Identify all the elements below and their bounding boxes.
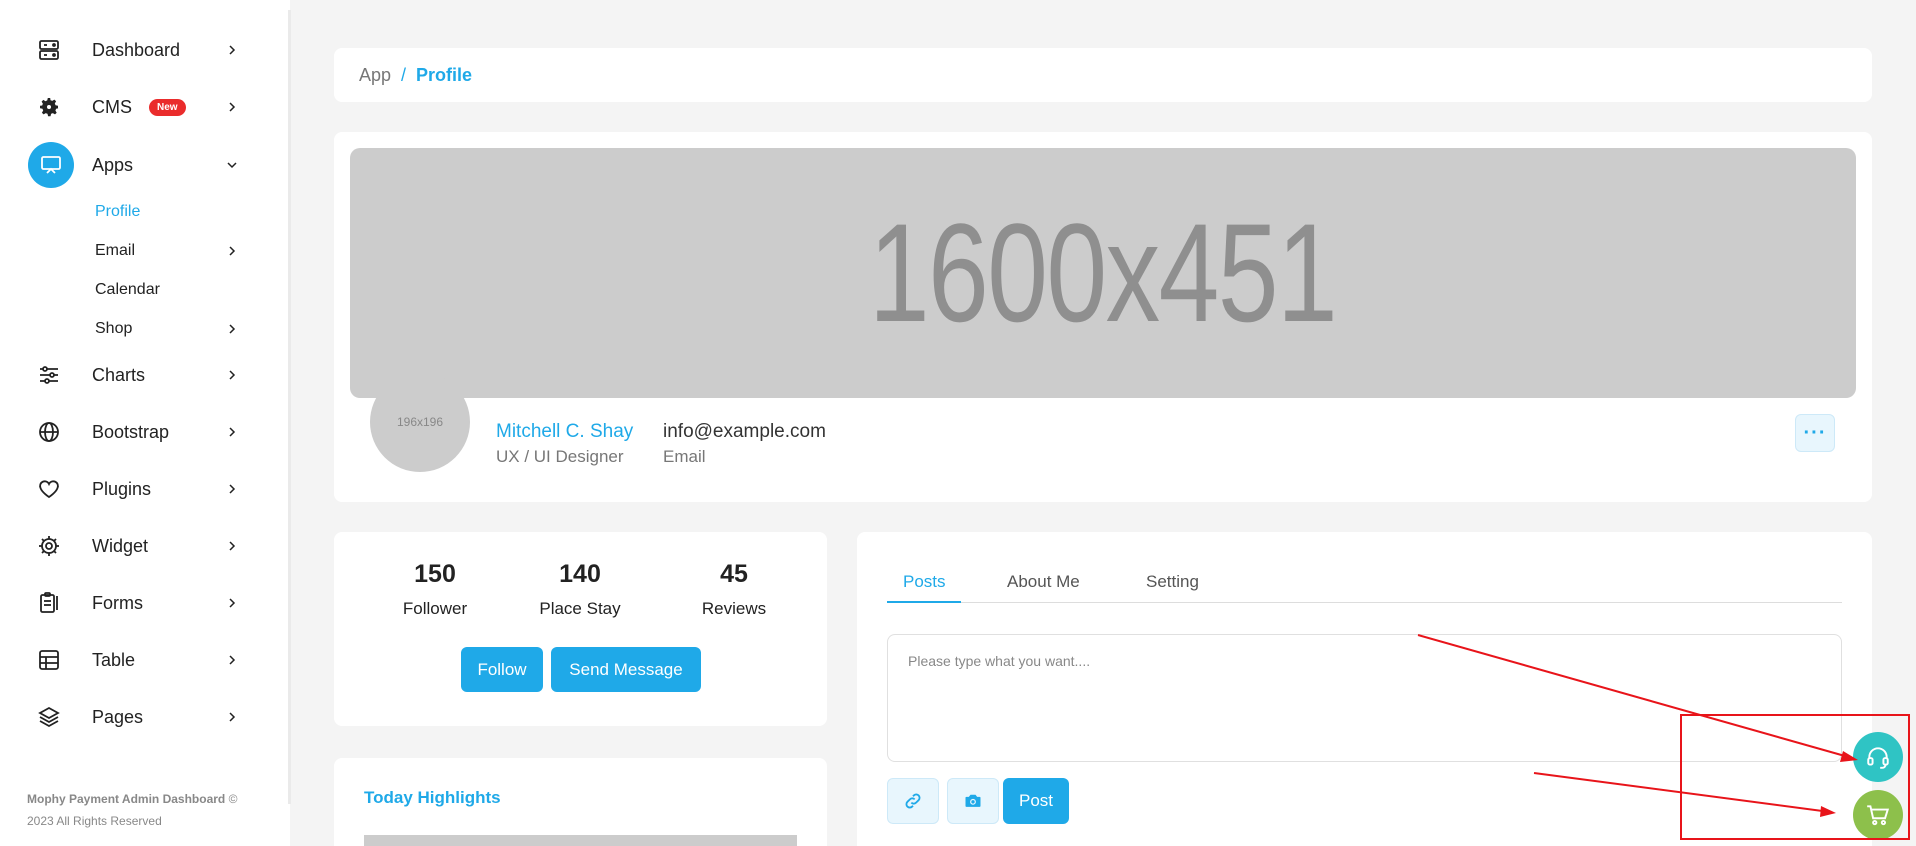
sidebar-item-bootstrap[interactable]: Bootstrap — [0, 407, 290, 457]
stat-value: 45 — [720, 560, 748, 588]
breadcrumb-separator: / — [401, 64, 407, 85]
sidebar-item-label: Bootstrap — [92, 421, 170, 442]
footer-copyright: © — [228, 792, 238, 806]
stat-value: 150 — [414, 560, 456, 588]
profile-card: 1600x451 196x196 Mitchell C. Shay UX / U… — [334, 132, 1872, 502]
highlights-card: Today Highlights — [334, 758, 827, 846]
sidebar-footer: Mophy Payment Admin Dashboard © 2023 All… — [27, 788, 237, 832]
sidebar-item-label: Pages — [92, 706, 144, 727]
breadcrumb-root[interactable]: App — [359, 65, 391, 86]
clipboard-icon — [36, 590, 62, 616]
profile-email: info@example.com — [663, 421, 826, 442]
headset-icon — [1867, 747, 1889, 769]
stat-follower: 150 Follower — [365, 560, 505, 619]
sidebar-item-pages[interactable]: Pages — [0, 692, 290, 742]
avatar: 196x196 — [370, 372, 470, 472]
tab-setting[interactable]: Setting — [1146, 572, 1199, 592]
cart-button[interactable] — [1853, 790, 1903, 840]
chevron-right-icon — [229, 541, 236, 551]
profile-email-label: Email — [663, 447, 706, 466]
sidebar-item-label: Forms — [92, 592, 143, 613]
sidebar-item-charts[interactable]: Charts — [0, 350, 290, 400]
breadcrumb: App / Profile — [334, 48, 1872, 102]
stat-reviews: 45 Reviews — [664, 560, 804, 619]
sidebar-item-label: Dashboard — [92, 39, 181, 60]
sidebar-subitem-shop[interactable]: Shop — [95, 320, 132, 338]
globe-icon — [36, 419, 62, 445]
dashboard-icon — [36, 37, 62, 63]
avatar-placeholder-text: 196x196 — [396, 415, 444, 429]
attach-link-button[interactable] — [887, 778, 939, 824]
sidebar-item-label: Apps — [92, 154, 134, 175]
posts-card: Posts About Me Setting Post — [857, 532, 1872, 846]
footer-title: Mophy Payment Admin Dashboard — [27, 792, 226, 806]
sidebar-subitem-calendar[interactable]: Calendar — [95, 281, 160, 299]
sidebar-item-label: CMS — [92, 96, 132, 117]
sidebar-item-forms[interactable]: Forms — [0, 578, 290, 628]
chevron-right-icon — [229, 324, 236, 334]
chevron-right-icon — [229, 484, 236, 494]
post-textarea[interactable] — [887, 634, 1842, 762]
gear-icon — [36, 94, 62, 120]
stat-place-stay: 140 Place Stay — [510, 560, 650, 619]
sidebar-item-dashboard[interactable]: Dashboard — [0, 25, 290, 75]
new-badge: New — [149, 98, 186, 116]
send-message-button[interactable]: Send Message — [551, 647, 701, 692]
tabs-divider — [887, 602, 1842, 603]
layers-icon — [36, 704, 62, 730]
follow-button[interactable]: Follow — [461, 647, 543, 692]
chevron-right-icon — [229, 598, 236, 608]
tab-about-me[interactable]: About Me — [1007, 572, 1080, 592]
profile-role: UX / UI Designer — [496, 447, 624, 466]
chevron-right-icon — [229, 427, 236, 437]
stats-card: 150 Follower 140 Place Stay 45 Reviews F… — [334, 532, 827, 726]
cog-icon — [36, 533, 62, 559]
stat-value: 140 — [559, 560, 601, 588]
cover-placeholder-text: 1600x451 — [869, 194, 1338, 351]
monitor-icon — [28, 142, 74, 188]
heart-icon — [36, 476, 62, 502]
sidebar: Dashboard CMS New Apps Profile Email Cal… — [0, 0, 290, 846]
breadcrumb-current: Profile — [416, 64, 473, 85]
sidebar-item-label: Charts — [92, 364, 146, 385]
chevron-right-icon — [229, 370, 236, 380]
footer-rights: 2023 All Rights Reserved — [27, 814, 162, 828]
stat-label: Place Stay — [539, 599, 621, 618]
table-icon — [36, 647, 62, 673]
chevron-down-icon — [227, 162, 237, 169]
active-tab-indicator — [887, 601, 961, 603]
sidebar-item-label: Table — [92, 649, 136, 670]
chevron-right-icon — [229, 712, 236, 722]
highlight-image — [364, 835, 797, 846]
chevron-right-icon — [229, 102, 236, 112]
sidebar-subitem-profile[interactable]: Profile — [95, 203, 140, 221]
more-dots-icon: ··· — [1803, 421, 1827, 444]
sidebar-item-widget[interactable]: Widget — [0, 521, 290, 571]
attach-photo-button[interactable] — [947, 778, 999, 824]
sidebar-item-table[interactable]: Table — [0, 635, 290, 685]
profile-name: Mitchell C. Shay — [496, 421, 634, 442]
post-button[interactable]: Post — [1003, 778, 1069, 824]
sidebar-subitem-email[interactable]: Email — [95, 242, 135, 260]
chevron-right-icon — [229, 655, 236, 665]
chevron-right-icon — [229, 45, 236, 55]
sidebar-item-label: Plugins — [92, 478, 152, 499]
support-button[interactable] — [1853, 732, 1903, 782]
cover-image: 1600x451 — [350, 148, 1856, 398]
sidebar-item-apps[interactable]: Apps — [0, 140, 290, 190]
sidebar-item-cms[interactable]: CMS New — [0, 82, 290, 132]
stat-label: Reviews — [701, 599, 767, 618]
more-options-button[interactable]: ··· — [1795, 414, 1835, 452]
camera-icon — [965, 794, 981, 807]
sidebar-divider — [288, 10, 291, 804]
sliders-icon — [36, 362, 62, 388]
sidebar-item-label: Widget — [92, 535, 149, 556]
cart-icon — [1867, 805, 1890, 826]
highlights-title: Today Highlights — [364, 788, 501, 807]
chevron-right-icon — [229, 246, 236, 256]
sidebar-item-plugins[interactable]: Plugins — [0, 464, 290, 514]
stat-label: Follower — [402, 599, 468, 618]
link-icon — [905, 793, 921, 809]
tab-posts[interactable]: Posts — [903, 572, 946, 592]
